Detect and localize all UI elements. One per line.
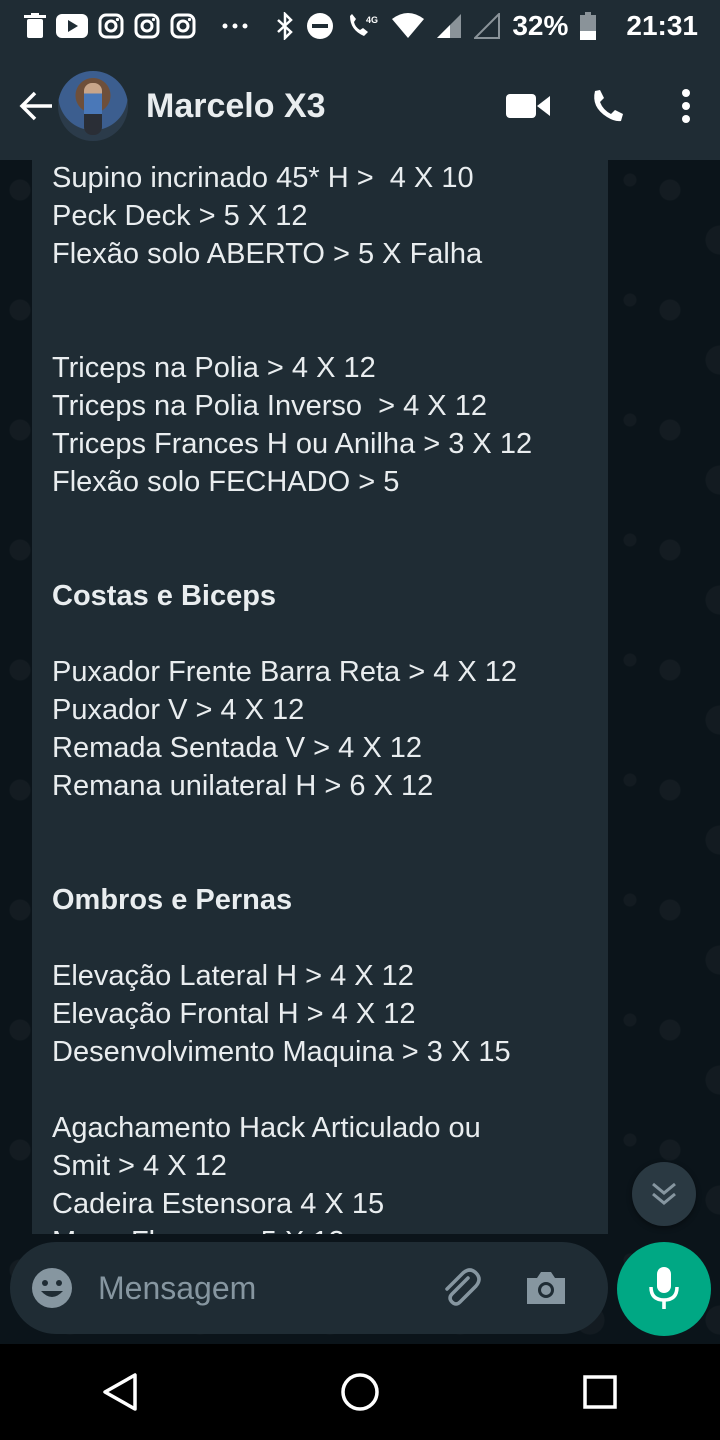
instagram-icon <box>98 13 124 39</box>
exercise-line: Flexão solo FECHADO > 5 <box>52 466 400 498</box>
voice-call-icon[interactable] <box>580 78 636 134</box>
scroll-to-bottom-button[interactable] <box>632 1162 696 1226</box>
bluetooth-icon <box>276 12 294 40</box>
chat-header: Marcelo X3 <box>0 52 720 160</box>
header-actions <box>476 78 720 134</box>
exercise-line: Remada Sentada V > 4 X 12 <box>52 732 423 764</box>
instagram-icon <box>134 13 160 39</box>
camera-icon[interactable] <box>522 1264 570 1312</box>
notification-icons <box>24 13 248 39</box>
exercise-line: Smit > 4 X 12 <box>52 1150 227 1182</box>
clock: 21:31 <box>626 10 698 41</box>
signal-icon <box>474 13 501 39</box>
exercise-line: Agachamento Hack Articulado ou <box>52 1112 481 1144</box>
exercise-line: Triceps na Polia Inverso > 4 X 12 <box>52 390 487 422</box>
exercise-line: Desenvolvimento Maquina > 3 X 15 <box>52 1036 511 1068</box>
youtube-icon <box>56 14 88 38</box>
exercise-line: Elevação Frontal H > 4 X 12 <box>52 998 416 1030</box>
recents-square-icon[interactable] <box>560 1352 640 1432</box>
system-status: 4G 32% 21:31 <box>276 10 698 42</box>
exercise-line: Triceps Frances H ou Anilha > 3 X 12 <box>52 428 533 460</box>
message-bubble[interactable]: Supino incrinado 45* H > 4 X 10 Peck Deck… <box>32 160 608 1234</box>
exercise-line: Remana unilateral H > 6 X 12 <box>52 770 434 802</box>
more-dots-icon <box>222 23 248 29</box>
menu-dots-icon[interactable] <box>666 78 706 134</box>
exercise-line: Cadeira Estensora 4 X 15 <box>52 1188 385 1220</box>
avatar[interactable] <box>58 71 128 141</box>
microphone-button[interactable] <box>617 1242 711 1336</box>
wifi-icon <box>392 13 425 39</box>
exercise-line: Flexão solo ABERTO > 5 X Falha <box>52 238 483 270</box>
double-chevron-down-icon <box>652 1182 676 1205</box>
exercise-line: Puxador V > 4 X 12 <box>52 694 305 726</box>
message-text: Supino incrinado 45* H > 4 X 10 Peck Deck… <box>32 160 608 1234</box>
instagram-icon <box>170 13 196 39</box>
do-not-disturb-icon <box>306 12 334 40</box>
status-bar: 4G 32% 21:31 <box>0 0 720 52</box>
video-call-icon[interactable] <box>500 78 556 134</box>
trash-icon <box>24 13 46 39</box>
section-heading: Costas e Biceps <box>52 580 277 612</box>
exercise-line: Triceps na Polia > 4 X 12 <box>52 352 376 384</box>
contact-name[interactable]: Marcelo X3 <box>146 87 326 126</box>
volte-call-icon: 4G <box>346 12 380 40</box>
attach-icon[interactable] <box>436 1264 484 1312</box>
microphone-icon <box>649 1267 679 1309</box>
home-circle-icon[interactable] <box>320 1352 400 1432</box>
network-badge: 4G <box>366 15 378 25</box>
exercise-line: Peck Deck > 5 X 12 <box>52 200 308 232</box>
section-heading: Ombros e Pernas <box>52 884 293 916</box>
back-arrow-icon[interactable] <box>14 84 58 128</box>
battery-icon <box>580 12 597 40</box>
message-composer <box>10 1242 608 1334</box>
emoji-icon[interactable] <box>30 1266 74 1310</box>
battery-percent: 32% <box>512 10 569 41</box>
chat-area[interactable]: Supino incrinado 45* H > 4 X 10 Peck Deck… <box>0 160 720 1344</box>
exercise-line: Supino incrinado 45* H > 4 X 10 <box>52 162 474 194</box>
back-triangle-icon[interactable] <box>80 1352 160 1432</box>
exercise-line: Puxador Frente Barra Reta > 4 X 12 <box>52 656 518 688</box>
navigation-bar <box>0 1344 720 1440</box>
exercise-line: Mesa Flexora > 5 X 12 <box>52 1223 588 1234</box>
signal-icon <box>436 13 462 39</box>
exercise-line: Elevação Lateral H > 4 X 12 <box>52 960 414 992</box>
message-input[interactable] <box>96 1268 430 1308</box>
